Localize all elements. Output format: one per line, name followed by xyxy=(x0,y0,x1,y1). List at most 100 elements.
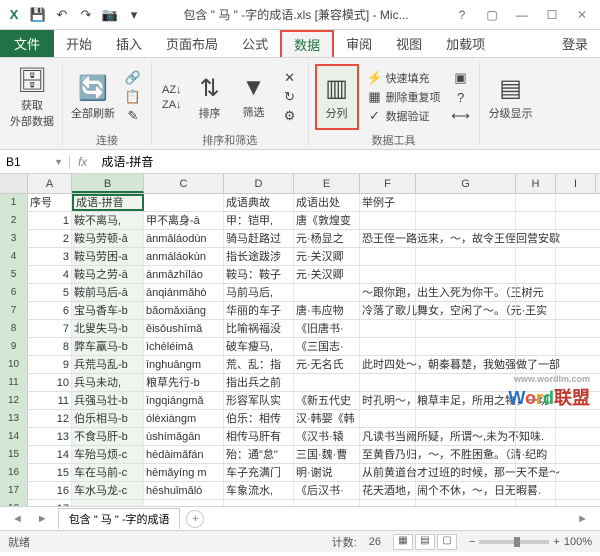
spreadsheet-grid[interactable]: A B C D E F G H I 1 序号 成语-拼音 成语典故 成语出处 举… xyxy=(0,174,600,506)
advanced-button[interactable]: ⚙ xyxy=(278,107,302,125)
cell[interactable]: 12 xyxy=(28,410,72,427)
cell[interactable]: 《旧唐书· xyxy=(294,320,360,337)
view-pagelayout-button[interactable]: ▤ xyxy=(415,534,435,550)
ribbon-options-icon[interactable]: ▢ xyxy=(478,4,506,26)
sort-desc-button[interactable]: ZA↓ xyxy=(158,98,186,112)
cell[interactable]: 17 xyxy=(28,500,72,506)
cell[interactable] xyxy=(416,284,516,301)
cell[interactable]: 《新五代史 xyxy=(294,392,360,409)
cell[interactable]: hēshuǐmǎló xyxy=(144,482,224,499)
tab-home[interactable]: 开始 xyxy=(54,30,104,57)
cell[interactable]: 鞍不离马, xyxy=(72,212,144,229)
cell[interactable]: 荒、乱：指 xyxy=(224,356,294,373)
cell[interactable]: 形容军队实 xyxy=(224,392,294,409)
cell[interactable]: 鞍马劳顿-ā xyxy=(72,230,144,247)
cell[interactable]: ìchēléimǎ xyxy=(144,338,224,355)
cell[interactable]: 元·杨显之 xyxy=(294,230,360,247)
cell[interactable]: 元·关汉卿 xyxy=(294,266,360,283)
properties-button[interactable]: 📋 xyxy=(121,88,145,106)
row-header[interactable]: 3 xyxy=(0,230,28,247)
minimize-icon[interactable]: — xyxy=(508,4,536,26)
cell[interactable] xyxy=(416,338,516,355)
chevron-down-icon[interactable]: ▼ xyxy=(54,157,63,167)
tab-nav-next[interactable]: ► xyxy=(33,513,52,525)
tab-review[interactable]: 审阅 xyxy=(334,30,384,57)
cell[interactable] xyxy=(516,410,556,427)
cell[interactable]: 8 xyxy=(28,338,72,355)
cell[interactable]: 宝马香车-b xyxy=(72,302,144,319)
text-to-columns-button[interactable]: ▥ 分列 xyxy=(315,64,359,130)
cell[interactable]: ólèxiàngm xyxy=(144,410,224,427)
cell[interactable]: 不食马肝-b xyxy=(72,428,144,445)
cell[interactable]: 15 xyxy=(28,464,72,481)
cell[interactable]: 伯乐相马-b xyxy=(72,410,144,427)
tab-formulas[interactable]: 公式 xyxy=(230,30,280,57)
cell[interactable] xyxy=(416,410,516,427)
row-header[interactable]: 7 xyxy=(0,302,28,319)
tab-nav-prev[interactable]: ◄ xyxy=(8,513,27,525)
cell[interactable] xyxy=(516,500,556,506)
row-header[interactable]: 5 xyxy=(0,266,28,283)
col-header-I[interactable]: I xyxy=(556,174,596,193)
cell[interactable]: hēdàimǎfán xyxy=(144,446,224,463)
undo-icon[interactable]: ↶ xyxy=(52,5,72,25)
filter-button[interactable]: ▼ 筛选 xyxy=(234,64,274,130)
sheet-tab[interactable]: 包含 " 马 " -字的成语 xyxy=(58,508,181,529)
cell[interactable]: 伯乐：相传 xyxy=(224,410,294,427)
cell[interactable]: 2 xyxy=(28,230,72,247)
cell[interactable]: 11 xyxy=(28,392,72,409)
refresh-all-button[interactable]: 🔄 全部刷新 xyxy=(69,64,117,130)
cell[interactable]: ěisǒushīmǎ xyxy=(144,320,224,337)
cell[interactable] xyxy=(516,230,556,247)
cell[interactable] xyxy=(516,266,556,283)
cell[interactable] xyxy=(516,428,556,445)
formula-bar[interactable]: 成语-拼音 xyxy=(95,153,600,170)
row-header[interactable]: 14 xyxy=(0,428,28,445)
cell[interactable] xyxy=(416,212,516,229)
clear-filter-button[interactable]: ✕ xyxy=(278,69,302,87)
name-box[interactable]: B1▼ xyxy=(0,155,70,169)
fx-icon[interactable]: fx xyxy=(70,155,95,169)
cell[interactable]: 比喻祸福没 xyxy=(224,320,294,337)
cell[interactable]: 鞍马劳困-a xyxy=(72,248,144,265)
help-icon[interactable]: ? xyxy=(448,4,476,26)
cell[interactable]: 10 xyxy=(28,374,72,391)
cell[interactable]: ānmǎzhīláo xyxy=(144,266,224,283)
cell[interactable] xyxy=(416,356,516,373)
maximize-icon[interactable]: ☐ xyxy=(538,4,566,26)
cell[interactable] xyxy=(360,500,416,506)
cell[interactable]: 凡读书当阙所疑，所谓～,未为不知味. xyxy=(360,428,416,445)
cell[interactable]: 明·谢说 xyxy=(294,464,360,481)
close-icon[interactable]: ✕ xyxy=(568,4,596,26)
cell[interactable] xyxy=(360,212,416,229)
cell[interactable]: 此时四处～，朝秦暮楚，我勉强做了一部 xyxy=(360,356,416,373)
cell[interactable]: 指长途跋涉 xyxy=(224,248,294,265)
cell[interactable] xyxy=(360,248,416,265)
cell[interactable] xyxy=(416,482,516,499)
cell[interactable]: anmáláokùn xyxy=(144,248,224,265)
cell[interactable]: 车象流水, xyxy=(224,482,294,499)
cell[interactable] xyxy=(516,338,556,355)
row-header[interactable]: 9 xyxy=(0,338,28,355)
cell[interactable]: 车在马前-c xyxy=(72,464,144,481)
cell[interactable] xyxy=(360,410,416,427)
connections-button[interactable]: 🔗 xyxy=(121,69,145,87)
cell[interactable]: 16 xyxy=(28,482,72,499)
tab-view[interactable]: 视图 xyxy=(384,30,434,57)
whatif-button[interactable]: ? xyxy=(449,88,473,106)
row-header[interactable]: 1 xyxy=(0,194,28,211)
cell[interactable]: 马前马后, xyxy=(224,284,294,301)
cell[interactable]: 指出兵之前 xyxy=(224,374,294,391)
cell[interactable]: 破车瘦马, xyxy=(224,338,294,355)
cell[interactable]: 北叟失马-b xyxy=(72,320,144,337)
cell[interactable] xyxy=(416,500,516,506)
row-header[interactable]: 11 xyxy=(0,374,28,391)
cell[interactable]: hēmǎyíng m xyxy=(144,464,224,481)
cell[interactable]: īngqiángmǎ xyxy=(144,392,224,409)
cell[interactable] xyxy=(516,374,556,391)
cell[interactable]: 从前黄道台才过班的时候，那一天不是～ xyxy=(360,464,416,481)
cell[interactable]: 成语-拼音 xyxy=(72,194,144,211)
cell[interactable]: 元·关汉卿 xyxy=(294,248,360,265)
cell[interactable]: 至黄昏乃归，～，不胜困惫。（清·纪昀 xyxy=(360,446,416,463)
row-header[interactable]: 15 xyxy=(0,446,28,463)
